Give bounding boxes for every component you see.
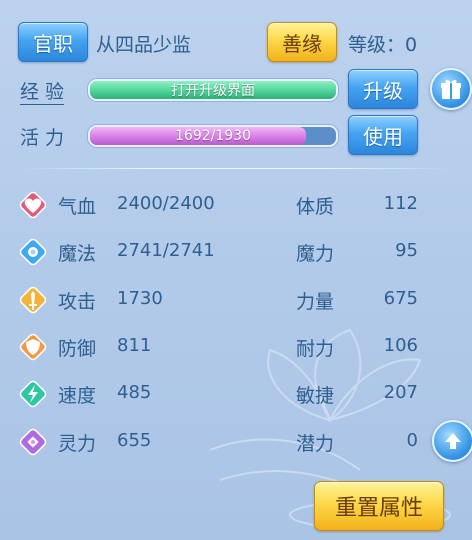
attribute-value: 0 [406,430,418,451]
use-button[interactable]: 使用 [348,115,418,155]
character-attribute-panel: 官职 从四品少监 善缘 等级：0 经 验 打开升级界面 升级 活 力 1692/… [0,0,472,540]
spirit-icon [18,427,48,457]
gift-button[interactable] [430,68,472,110]
attribute-label: 潜力 [296,433,335,455]
attribute-value: 106 [383,335,418,356]
stat-label: 魔法 [58,243,97,265]
level-label-text: 等级 [348,34,387,56]
attribute-label: 敏捷 [296,385,335,407]
mana-icon [18,237,48,267]
stat-value: 485 [117,382,152,403]
stat-label: 防御 [58,338,97,360]
experience-bar-text: 打开升级界面 [171,83,255,99]
lightning-icon [18,379,48,409]
heart-icon [18,190,48,220]
official-rank-name: 从四品少监 [96,34,192,56]
stat-value: 655 [117,430,152,451]
upgrade-button[interactable]: 升级 [348,69,418,109]
attribute-label: 体质 [296,196,335,218]
stat-value: 1730 [117,288,163,309]
vitality-label: 活 力 [20,127,65,149]
stat-value: 811 [117,335,152,356]
sword-icon [18,285,48,315]
attribute-value: 675 [383,288,418,309]
official-rank-button[interactable]: 官职 [18,22,88,62]
add-points-button[interactable] [432,420,472,462]
section-divider [18,168,454,169]
arrow-up-icon [445,433,461,449]
attribute-value: 95 [395,240,418,261]
vitality-bar-text: 1692/1930 [175,128,251,144]
stat-label: 灵力 [58,433,97,455]
level-label: 等级：0 [348,30,417,57]
stat-label: 攻击 [58,291,97,313]
stat-value: 2400/2400 [117,193,215,214]
attribute-value: 112 [383,193,418,214]
attribute-value: 207 [383,382,418,403]
reset-attributes-button[interactable]: 重置属性 [314,481,444,531]
experience-bar[interactable]: 打开升级界面 [88,79,338,101]
experience-label: 经 验 [20,81,65,103]
stat-label: 气血 [58,196,97,218]
stat-label: 速度 [58,385,97,407]
stat-value: 2741/2741 [117,240,215,261]
attribute-label: 魔力 [296,243,335,265]
gift-icon [441,79,461,99]
level-value: ：0 [386,34,418,56]
attribute-label: 力量 [296,291,335,313]
shield-icon [18,332,48,362]
attribute-label: 耐力 [296,338,335,360]
karma-button[interactable]: 善缘 [267,22,337,62]
vitality-bar: 1692/1930 [88,125,338,147]
